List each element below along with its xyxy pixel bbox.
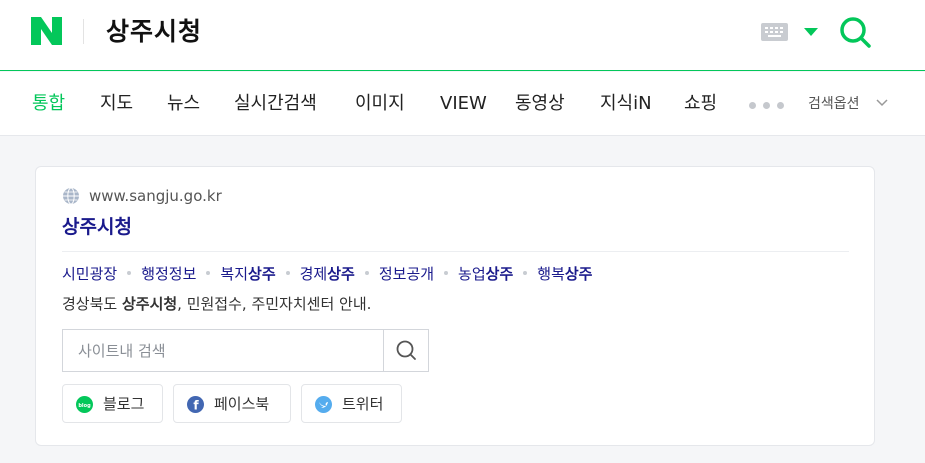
header: 상주시청 — [0, 0, 925, 71]
tab-view[interactable]: VIEW — [440, 91, 487, 117]
blog-icon: blog — [76, 396, 93, 413]
tab-integrated[interactable]: 통합 — [32, 91, 65, 117]
sitelink-citizen-square[interactable]: 시민광장 — [62, 263, 117, 285]
search-options-button[interactable]: 검색옵션 — [808, 94, 860, 114]
svg-text:blog: blog — [78, 403, 91, 409]
tab-video[interactable]: 동영상 — [515, 91, 565, 117]
blog-button[interactable]: blog 블로그 — [62, 384, 163, 423]
site-search-input[interactable] — [63, 330, 383, 371]
search-icon[interactable] — [838, 15, 872, 49]
result-card: www.sangju.go.kr 상주시청 시민광장 행정정보 복지상주 경제상주 정보… — [35, 166, 875, 446]
facebook-button[interactable]: f 페이스북 — [173, 384, 291, 423]
keyboard-icon[interactable] — [761, 23, 788, 41]
twitter-label: 트위터 — [342, 395, 384, 413]
search-icon — [396, 340, 416, 360]
tab-news[interactable]: 뉴스 — [167, 91, 200, 117]
more-tabs-icon[interactable] — [749, 102, 785, 110]
twitter-icon — [315, 396, 332, 413]
search-query[interactable]: 상주시청 — [106, 16, 202, 48]
sitelink-admin-info[interactable]: 행정정보 — [141, 263, 196, 285]
site-search-button[interactable] — [383, 330, 428, 371]
tab-kin[interactable]: 지식iN — [600, 91, 652, 117]
divider — [62, 251, 849, 252]
twitter-button[interactable]: 트위터 — [301, 384, 402, 423]
tab-map[interactable]: 지도 — [100, 91, 133, 117]
tab-images[interactable]: 이미지 — [355, 91, 405, 117]
facebook-icon: f — [187, 396, 204, 413]
separator-dot — [127, 270, 132, 275]
header-divider — [83, 19, 84, 44]
chevron-down-icon[interactable] — [875, 98, 889, 108]
autocomplete-toggle-icon[interactable] — [804, 28, 818, 36]
sitelinks: 시민광장 행정정보 복지상주 경제상주 정보공개 농업상주 행복상주 — [62, 263, 592, 285]
globe-icon — [63, 187, 79, 205]
site-search-box — [62, 329, 429, 372]
sitelink-agriculture[interactable]: 농업상주 — [458, 263, 513, 285]
facebook-label: 페이스북 — [214, 395, 270, 413]
separator-dot — [364, 270, 369, 275]
blog-label: 블로그 — [103, 395, 145, 413]
svg-text:f: f — [193, 399, 199, 413]
site-title-link[interactable]: 상주시청 — [62, 214, 132, 240]
site-url[interactable]: www.sangju.go.kr — [89, 186, 222, 206]
separator-dot — [444, 270, 449, 275]
naver-logo-icon[interactable] — [31, 17, 62, 45]
separator-dot — [523, 270, 528, 275]
separator-dot — [206, 270, 211, 275]
site-description: 경상북도 상주시청, 민원접수, 주민자치센터 안내. — [62, 295, 372, 313]
sitelink-economy[interactable]: 경제상주 — [300, 263, 355, 285]
separator-dot — [285, 270, 290, 275]
sitelink-info-disclosure[interactable]: 정보공개 — [379, 263, 434, 285]
sitelink-happiness[interactable]: 행복상주 — [537, 263, 592, 285]
tab-realtime[interactable]: 실시간검색 — [234, 91, 317, 117]
search-tabs: 통합 지도 뉴스 실시간검색 이미지 VIEW 동영상 지식iN 쇼핑 검색옵션 — [0, 72, 925, 136]
sitelink-welfare[interactable]: 복지상주 — [220, 263, 275, 285]
tab-shopping[interactable]: 쇼핑 — [684, 91, 717, 117]
